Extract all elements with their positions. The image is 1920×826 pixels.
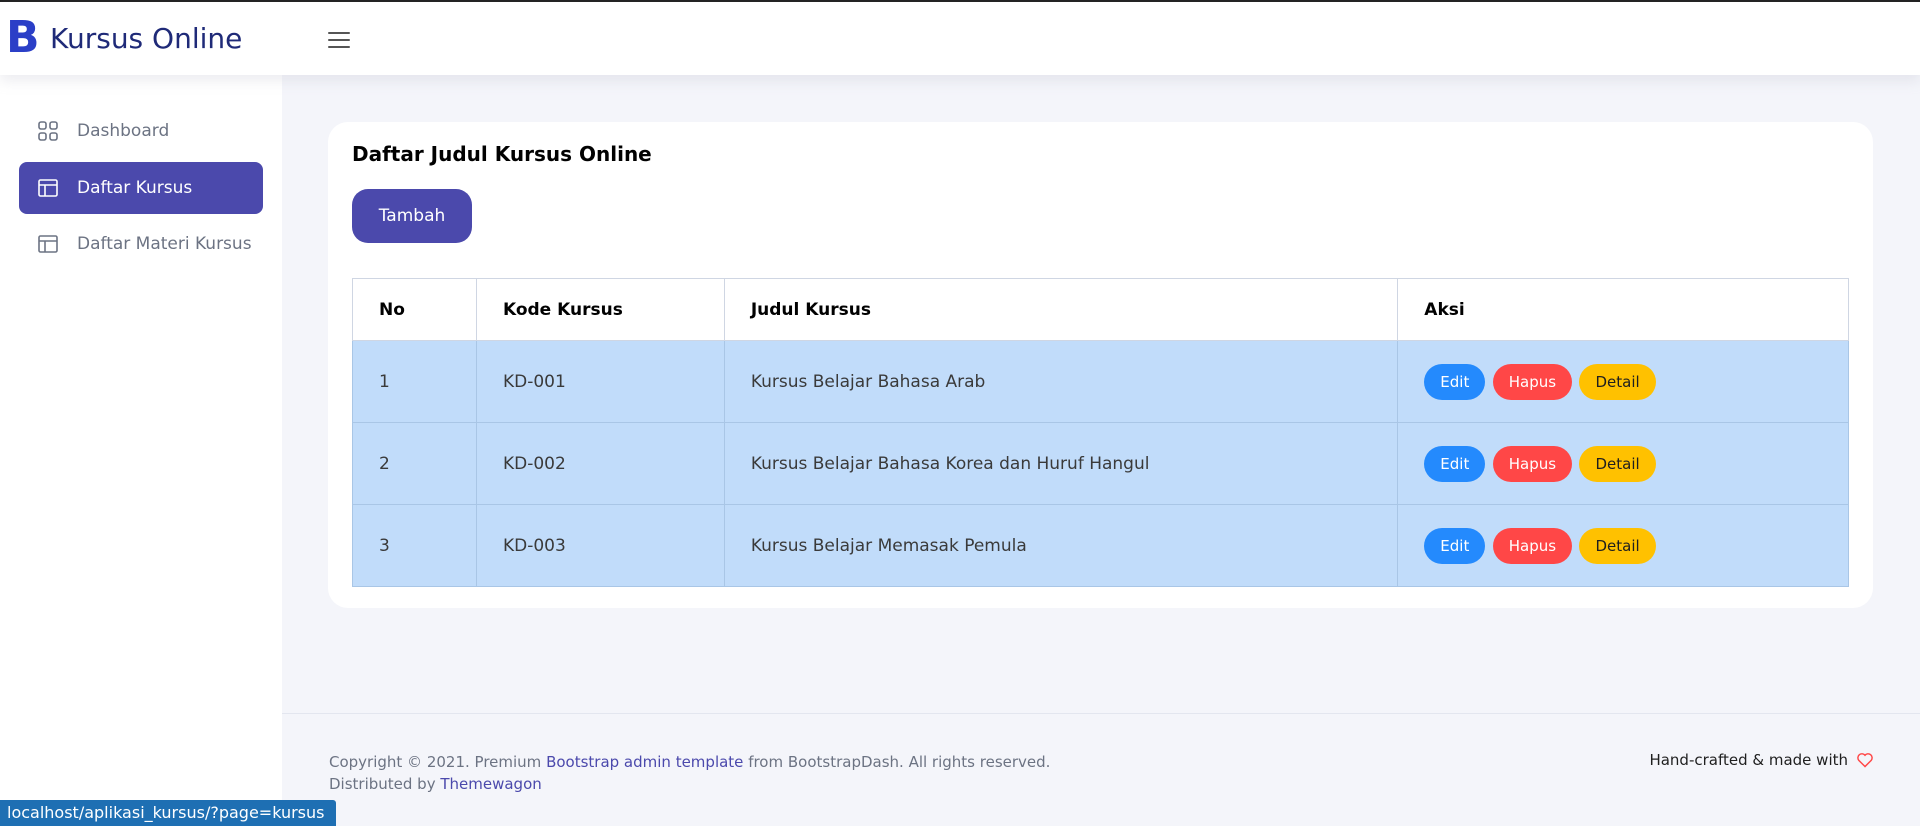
- cell-no: 1: [352, 340, 477, 423]
- sidebar-item-dashboard[interactable]: Dashboard: [19, 105, 263, 157]
- hamburger-menu-icon[interactable]: [328, 32, 350, 48]
- card-title: Daftar Judul Kursus Online: [352, 142, 652, 166]
- copyright-prefix: Copyright © 2021. Premium: [329, 753, 547, 771]
- course-list-card: Daftar Judul Kursus Online Tambah No Kod…: [328, 122, 1873, 608]
- cell-judul: Kursus Belajar Bahasa Arab: [723, 340, 1399, 423]
- table-row: 3 KD-003 Kursus Belajar Memasak Pemula E…: [352, 504, 1849, 587]
- distributed-line: Distributed by Themewagon: [329, 773, 1050, 795]
- brand-name: Kursus Online: [50, 21, 243, 55]
- sidebar: Dashboard Daftar Kursus Daftar Materi Ku…: [0, 75, 282, 826]
- sidebar-item-daftar-kursus[interactable]: Daftar Kursus: [19, 162, 263, 214]
- table-row: 1 KD-001 Kursus Belajar Bahasa Arab Edit…: [352, 340, 1849, 423]
- layout-icon: [37, 233, 59, 255]
- course-table: No Kode Kursus Judul Kursus Aksi 1 KD-00…: [352, 278, 1849, 587]
- column-header-kode: Kode Kursus: [475, 278, 725, 341]
- grid-icon: [37, 120, 59, 142]
- detail-button[interactable]: Detail: [1579, 527, 1656, 564]
- sidebar-item-label: Daftar Materi Kursus: [77, 234, 252, 254]
- edit-button[interactable]: Edit: [1424, 363, 1486, 400]
- column-header-no: No: [352, 278, 477, 341]
- table-header-row: No Kode Kursus Judul Kursus Aksi: [352, 278, 1849, 341]
- footer-copyright: Copyright © 2021. Premium Bootstrap admi…: [329, 751, 1050, 795]
- top-navbar: B Kursus Online: [0, 2, 1920, 75]
- copyright-suffix: from BootstrapDash. All rights reserved.: [743, 753, 1051, 771]
- table-row: 2 KD-002 Kursus Belajar Bahasa Korea dan…: [352, 422, 1849, 505]
- delete-button[interactable]: Hapus: [1492, 445, 1573, 482]
- delete-button[interactable]: Hapus: [1492, 363, 1573, 400]
- cell-actions: Edit Hapus Detail: [1397, 340, 1849, 423]
- footer-divider: [282, 713, 1920, 714]
- column-header-aksi: Aksi: [1397, 278, 1849, 341]
- cell-no: 3: [352, 504, 477, 587]
- detail-button[interactable]: Detail: [1579, 445, 1656, 482]
- sidebar-item-label: Daftar Kursus: [77, 178, 193, 198]
- footer-credit: Hand-crafted & made with: [1649, 751, 1874, 769]
- heart-icon: [1857, 753, 1873, 768]
- cell-judul: Kursus Belajar Memasak Pemula: [723, 504, 1399, 587]
- edit-button[interactable]: Edit: [1424, 527, 1486, 564]
- cell-actions: Edit Hapus Detail: [1397, 422, 1849, 505]
- detail-button[interactable]: Detail: [1579, 363, 1656, 400]
- cell-actions: Edit Hapus Detail: [1397, 504, 1849, 587]
- themewagon-link[interactable]: Themewagon: [440, 775, 541, 793]
- sidebar-item-label: Dashboard: [77, 121, 170, 141]
- cell-judul: Kursus Belajar Bahasa Korea dan Huruf Ha…: [723, 422, 1399, 505]
- cell-no: 2: [352, 422, 477, 505]
- credit-text: Hand-crafted & made with: [1649, 751, 1848, 769]
- column-header-judul: Judul Kursus: [723, 278, 1399, 341]
- layout-icon: [37, 177, 59, 199]
- browser-status-bar: localhost/aplikasi_kursus/?page=kursus: [0, 800, 336, 826]
- cell-kode: KD-002: [475, 422, 725, 505]
- copyright-line: Copyright © 2021. Premium Bootstrap admi…: [329, 751, 1050, 773]
- brand[interactable]: B Kursus Online: [6, 12, 243, 63]
- cell-kode: KD-001: [475, 340, 725, 423]
- brand-logo-icon: B: [6, 12, 40, 63]
- add-course-button[interactable]: Tambah: [352, 189, 472, 243]
- cell-kode: KD-003: [475, 504, 725, 587]
- bootstrap-template-link[interactable]: Bootstrap admin template: [546, 753, 743, 771]
- sidebar-item-daftar-materi-kursus[interactable]: Daftar Materi Kursus: [19, 218, 263, 270]
- delete-button[interactable]: Hapus: [1492, 527, 1573, 564]
- distributed-prefix: Distributed by: [329, 775, 441, 793]
- edit-button[interactable]: Edit: [1424, 445, 1486, 482]
